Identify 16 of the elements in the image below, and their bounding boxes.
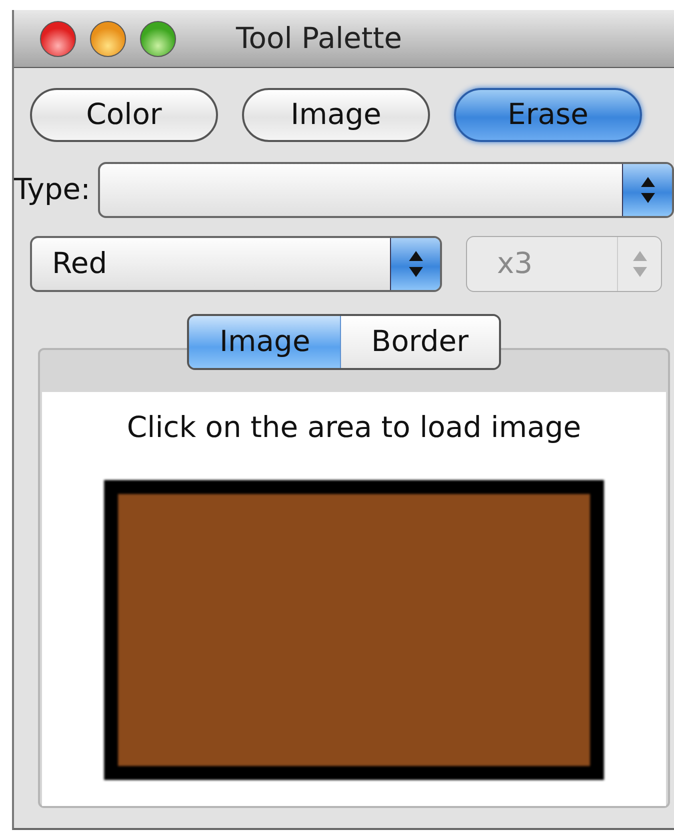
zoom-button[interactable] xyxy=(140,20,176,56)
tab[interactable]: Border xyxy=(341,316,499,368)
color-popup[interactable]: Red xyxy=(30,236,442,292)
updown-arrows-icon xyxy=(406,249,424,279)
window-title: Tool Palette xyxy=(236,20,402,57)
tab[interactable]: Image xyxy=(189,316,342,368)
instruction-text: Click on the area to load image xyxy=(126,409,582,446)
image-well[interactable] xyxy=(104,480,604,780)
minimize-button[interactable] xyxy=(90,20,126,56)
type-label: Type: xyxy=(14,171,90,208)
close-button[interactable] xyxy=(40,20,76,56)
push-button[interactable]: Color xyxy=(30,88,218,142)
updown-arrows-icon xyxy=(638,175,656,205)
type-popup[interactable] xyxy=(98,162,674,218)
push-button[interactable]: Erase xyxy=(454,88,642,142)
push-button[interactable]: Image xyxy=(242,88,430,142)
